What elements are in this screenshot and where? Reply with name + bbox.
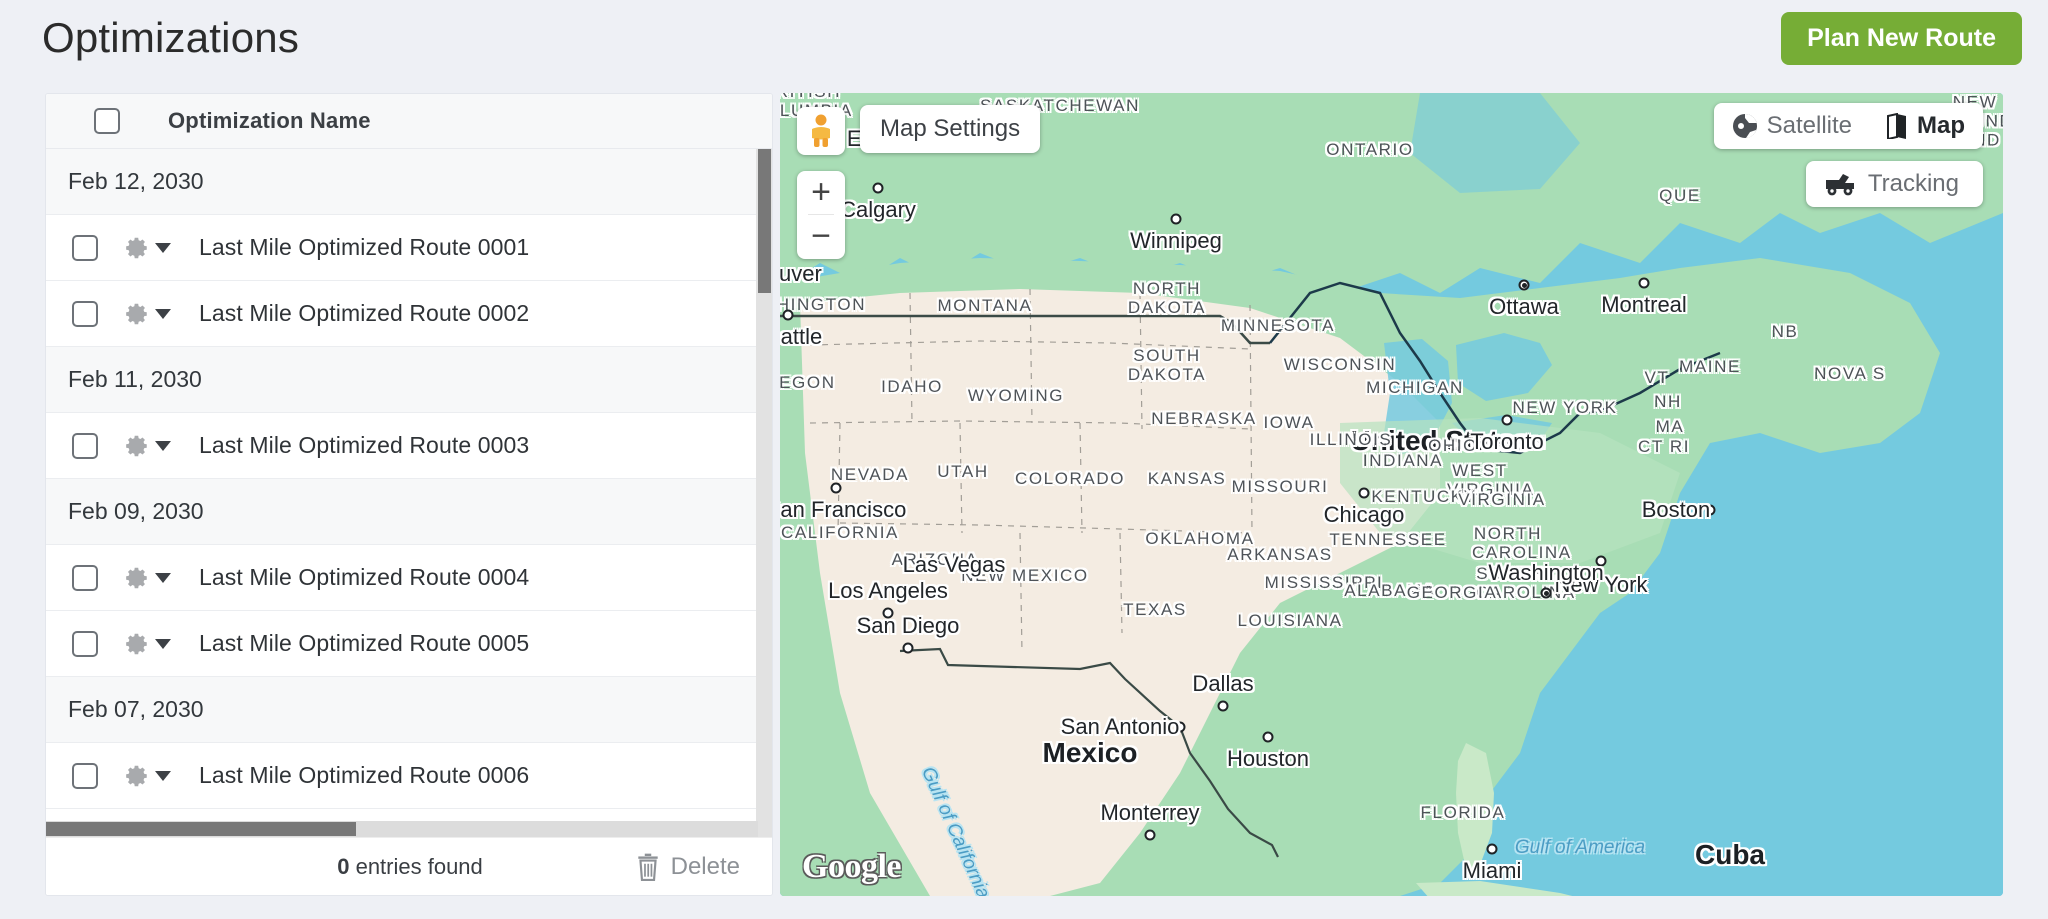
tracking-button[interactable]: Tracking	[1805, 161, 1983, 207]
gear-icon	[126, 567, 147, 588]
satellite-layer-option[interactable]: Satellite	[1732, 112, 1852, 140]
row-checkbox[interactable]	[72, 300, 98, 327]
chevron-down-icon	[155, 242, 171, 253]
page-title: Optimizations	[42, 14, 300, 61]
gear-icon	[126, 633, 147, 654]
map-zoom-controls[interactable]: + −	[797, 171, 845, 259]
select-all-cell	[46, 108, 168, 134]
table-row[interactable]: Last Mile Optimized Route 0005	[46, 611, 772, 677]
zoom-out-button[interactable]: −	[797, 215, 845, 258]
vertical-scrollbar-thumb[interactable]	[758, 149, 771, 293]
row-actions-menu[interactable]	[124, 565, 199, 591]
row-checkbox[interactable]	[72, 564, 98, 591]
table-row[interactable]: Last Mile Optimized Route 0006	[46, 743, 772, 809]
chevron-down-icon	[155, 638, 171, 649]
row-checkbox[interactable]	[72, 762, 98, 789]
table-footer: 0 entries found Delete	[46, 837, 772, 895]
date-group-label: Feb 12, 2030	[68, 168, 204, 194]
map-label: Map	[1917, 112, 1965, 139]
date-group-label: Feb 07, 2030	[68, 696, 204, 722]
chevron-down-icon	[155, 572, 171, 583]
column-header-optimization-name[interactable]: Optimization Name	[168, 108, 371, 134]
row-actions-menu[interactable]	[124, 631, 199, 657]
route-name-label: Last Mile Optimized Route 0004	[199, 564, 530, 590]
trash-icon	[637, 853, 658, 881]
truck-icon	[1825, 174, 1854, 196]
table-body: Feb 12, 2030 Last Mile Optimized Route 00…	[46, 149, 772, 839]
map-layer-toggle[interactable]: Satellite Map	[1713, 103, 1983, 149]
table-row[interactable]: Last Mile Optimized Route 0004	[46, 545, 772, 611]
globe-icon	[1732, 114, 1757, 138]
select-all-checkbox[interactable]	[94, 108, 120, 134]
table-row[interactable]: Last Mile Optimized Route 0002	[46, 281, 772, 347]
gear-icon	[126, 303, 147, 324]
date-group-header: Feb 07, 2030	[46, 677, 772, 743]
date-group-header: Feb 12, 2030	[46, 149, 772, 215]
row-actions-menu[interactable]	[124, 763, 199, 789]
date-group-header: Feb 11, 2030	[46, 347, 772, 413]
row-actions-menu[interactable]	[124, 235, 199, 261]
row-select-cell	[46, 234, 124, 261]
row-actions-menu[interactable]	[124, 301, 199, 327]
pegman-figure-icon	[812, 114, 830, 147]
row-select-cell	[46, 564, 124, 591]
date-group-header: Feb 09, 2030	[46, 479, 772, 545]
map-settings-button[interactable]: Map Settings	[860, 105, 1041, 153]
row-checkbox[interactable]	[72, 630, 98, 657]
row-select-cell	[46, 762, 124, 789]
row-actions-menu[interactable]	[124, 433, 199, 459]
delete-label: Delete	[670, 852, 740, 880]
vertical-scrollbar-track[interactable]	[756, 149, 772, 839]
chevron-down-icon	[155, 308, 171, 319]
date-group-label: Feb 09, 2030	[68, 498, 204, 524]
plan-new-route-button[interactable]: Plan New Route	[1781, 12, 2022, 65]
row-select-cell	[46, 300, 124, 327]
horizontal-scrollbar-track[interactable]	[46, 821, 758, 837]
map-fold-icon	[1887, 113, 1906, 139]
route-name-label: Last Mile Optimized Route 0006	[199, 762, 530, 788]
chevron-down-icon	[155, 440, 171, 451]
map-panel[interactable]: United StatesMexicoCubaBRITISH COLUMBIAS…	[780, 93, 2003, 896]
gear-icon	[126, 435, 147, 456]
gear-icon	[126, 765, 147, 786]
table-row[interactable]: Last Mile Optimized Route 0003	[46, 413, 772, 479]
delete-button[interactable]: Delete	[635, 853, 740, 881]
route-name-label: Last Mile Optimized Route 0001	[199, 234, 530, 260]
row-checkbox[interactable]	[72, 234, 98, 261]
row-select-cell	[46, 432, 124, 459]
gear-icon	[126, 237, 147, 258]
route-name-label: Last Mile Optimized Route 0003	[199, 432, 530, 458]
map-layer-option[interactable]: Map	[1886, 112, 1965, 140]
optimizations-table-panel: Optimization Name Feb 12, 2030 Last Mile …	[45, 93, 773, 896]
entries-count: 0	[337, 853, 350, 879]
horizontal-scrollbar-thumb[interactable]	[46, 822, 356, 836]
date-group-label: Feb 11, 2030	[68, 366, 202, 392]
map-canvas	[780, 93, 2003, 896]
satellite-label: Satellite	[1766, 112, 1852, 139]
chevron-down-icon	[155, 770, 171, 781]
optimizations-page: Optimizations Plan New Route Optimizatio…	[0, 0, 2048, 919]
table-header-row: Optimization Name	[46, 94, 772, 149]
entries-text: entries found	[355, 853, 483, 879]
route-name-label: Last Mile Optimized Route 0002	[199, 300, 530, 326]
tracking-label: Tracking	[1867, 170, 1959, 197]
table-row[interactable]: Last Mile Optimized Route 0001	[46, 215, 772, 281]
row-select-cell	[46, 630, 124, 657]
row-checkbox[interactable]	[72, 432, 98, 459]
route-name-label: Last Mile Optimized Route 0005	[199, 630, 530, 656]
pegman-street-view-icon[interactable]	[797, 107, 845, 155]
zoom-in-button[interactable]: +	[797, 171, 845, 214]
